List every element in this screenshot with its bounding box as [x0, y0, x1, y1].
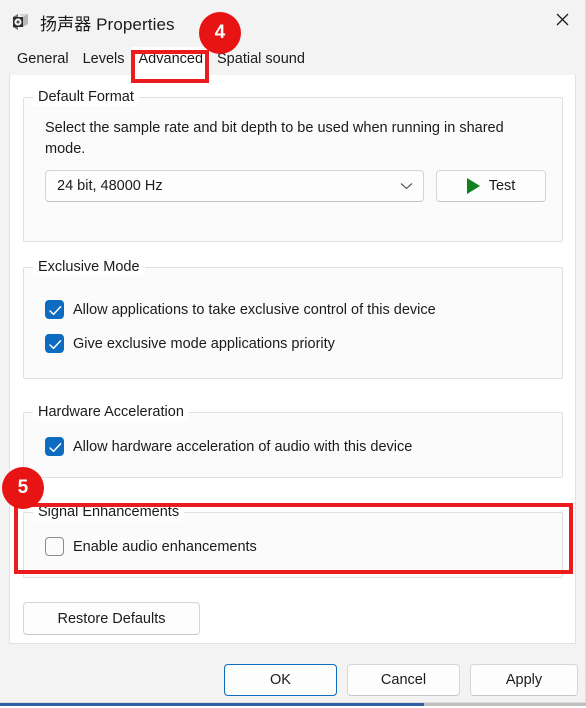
taskbar-edge-accent — [0, 703, 424, 706]
cancel-label: Cancel — [380, 672, 427, 688]
annotation-badge-4: 4 — [199, 12, 241, 54]
cancel-button[interactable]: Cancel — [347, 664, 460, 696]
properties-dialog: 扬声器 Properties General Levels Advanced S… — [0, 0, 586, 703]
restore-defaults-label: Restore Defaults — [57, 610, 166, 627]
checkbox-label: Allow applications to take exclusive con… — [73, 301, 436, 318]
tab-strip: General Levels Advanced Spatial sound — [0, 44, 585, 75]
test-button-label: Test — [488, 178, 516, 194]
checkbox-box[interactable] — [45, 537, 64, 556]
window-title: 扬声器 Properties — [40, 14, 175, 34]
tab-levels[interactable]: Levels — [76, 47, 132, 75]
exclusive-mode-legend: Exclusive Mode — [33, 259, 145, 276]
desktop-edge — [0, 703, 586, 708]
sample-rate-value: 24 bit, 48000 Hz — [57, 178, 163, 194]
apply-button[interactable]: Apply — [470, 664, 578, 696]
title-bar: 扬声器 Properties — [0, 0, 585, 44]
chevron-down-icon — [400, 178, 413, 194]
checkbox-hardware-acceleration[interactable]: Allow hardware acceleration of audio wit… — [45, 437, 412, 456]
checkbox-box[interactable] — [45, 334, 64, 353]
ok-button[interactable]: OK — [224, 664, 337, 696]
checkbox-allow-exclusive-control[interactable]: Allow applications to take exclusive con… — [45, 300, 436, 319]
checkbox-enable-audio-enhancements[interactable]: Enable audio enhancements — [45, 537, 257, 556]
checkbox-exclusive-priority[interactable]: Give exclusive mode applications priorit… — [45, 334, 335, 353]
checkbox-label: Allow hardware acceleration of audio wit… — [73, 438, 413, 455]
checkbox-label: Enable audio enhancements — [73, 538, 257, 555]
taskbar-edge-gray — [424, 703, 586, 706]
default-format-legend: Default Format — [33, 89, 139, 106]
default-format-group: Default Format Select the sample rate an… — [23, 89, 563, 242]
apply-label: Apply — [505, 672, 543, 688]
dialog-command-bar: OK Cancel Apply — [0, 644, 585, 702]
signal-enhancements-group: Signal Enhancements Enable audio enhance… — [23, 504, 563, 578]
close-icon[interactable] — [539, 0, 585, 38]
restore-defaults-button[interactable]: Restore Defaults — [23, 602, 200, 635]
signal-enhancements-legend: Signal Enhancements — [33, 504, 185, 521]
ok-label: OK — [270, 672, 291, 688]
checkbox-box[interactable] — [45, 437, 64, 456]
advanced-tab-panel: Default Format Select the sample rate an… — [9, 75, 576, 644]
tab-general[interactable]: General — [10, 47, 76, 75]
tab-advanced[interactable]: Advanced — [131, 47, 211, 75]
sample-rate-dropdown[interactable]: 24 bit, 48000 Hz — [45, 170, 424, 202]
checkbox-label: Give exclusive mode applications priorit… — [73, 335, 335, 352]
speaker-icon — [9, 11, 31, 33]
exclusive-mode-group: Exclusive Mode Allow applications to tak… — [23, 259, 563, 379]
test-button[interactable]: Test — [436, 170, 546, 202]
hardware-acceleration-legend: Hardware Acceleration — [33, 404, 189, 421]
annotation-badge-5: 5 — [2, 467, 44, 509]
play-icon — [466, 178, 480, 194]
checkbox-box[interactable] — [45, 300, 64, 319]
hardware-acceleration-group: Hardware Acceleration Allow hardware acc… — [23, 404, 563, 478]
default-format-description: Select the sample rate and bit depth to … — [45, 120, 504, 157]
